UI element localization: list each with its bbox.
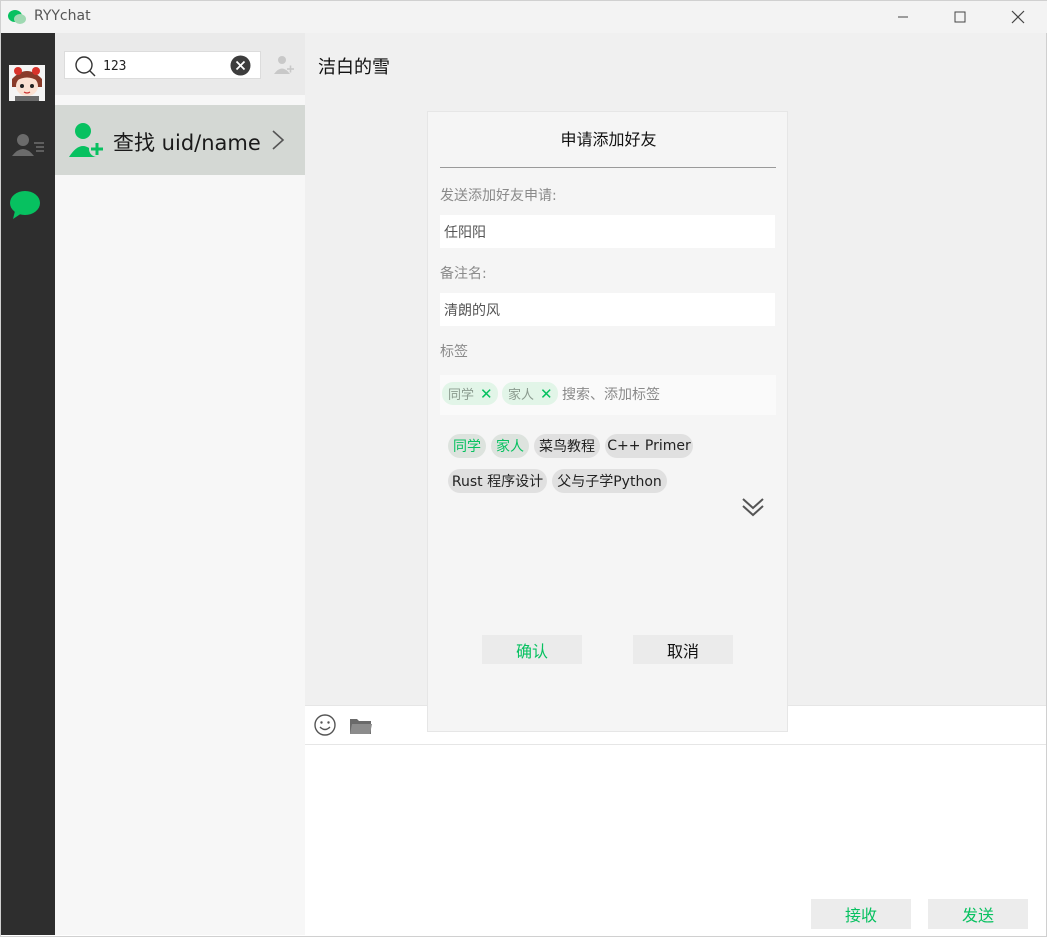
double-chevron-down-icon[interactable] <box>740 495 766 519</box>
tags-label: 标签 <box>440 344 468 360</box>
tag-chip[interactable]: 家人 <box>491 434 529 458</box>
minimize-button[interactable] <box>874 1 932 33</box>
chat-icon[interactable] <box>9 190 41 220</box>
tag-chip[interactable]: 菜鸟教程 <box>534 434 600 458</box>
close-icon <box>1011 10 1025 24</box>
search-input[interactable] <box>103 56 223 76</box>
add-contact-icon[interactable] <box>273 54 295 76</box>
cancel-button[interactable]: 取消 <box>633 635 733 664</box>
selected-tag: 家人 ✕ <box>502 382 558 405</box>
tag-input-box[interactable]: 同学 ✕ 家人 ✕ 搜索、添加标签 <box>440 375 776 415</box>
selected-tag-label: 家人 <box>508 388 535 403</box>
title-bar: RYYchat <box>1 1 1047 33</box>
search-bar-area <box>55 33 305 95</box>
receive-button[interactable]: 接收 <box>811 899 911 929</box>
minimize-icon <box>898 16 908 18</box>
find-user-row[interactable]: 查找 uid/name <box>55 105 305 175</box>
find-user-label: 查找 uid/name <box>113 131 261 155</box>
folder-icon[interactable] <box>349 716 373 736</box>
remove-tag-icon[interactable]: ✕ <box>540 385 553 403</box>
request-message-field[interactable] <box>440 215 775 248</box>
avatar[interactable] <box>9 65 45 101</box>
remark-label: 备注名: <box>440 266 487 282</box>
send-button[interactable]: 发送 <box>928 899 1028 929</box>
contacts-icon[interactable] <box>11 132 45 158</box>
search-icon <box>75 56 96 77</box>
left-nav <box>1 33 55 935</box>
tag-chip[interactable]: Rust 程序设计 <box>448 469 547 493</box>
selected-tag: 同学 ✕ <box>442 382 498 405</box>
app-logo-icon <box>8 10 26 24</box>
dialog-divider <box>440 167 776 168</box>
add-friend-icon <box>69 123 105 157</box>
emoji-icon[interactable] <box>314 714 336 736</box>
tag-chip[interactable]: C++ Primer <box>605 434 693 458</box>
confirm-button[interactable]: 确认 <box>482 635 582 664</box>
tag-search-input[interactable]: 搜索、添加标签 <box>562 384 660 404</box>
clear-search-icon[interactable] <box>230 55 251 76</box>
search-box[interactable] <box>64 51 261 79</box>
close-button[interactable] <box>989 1 1047 33</box>
add-friend-dialog: 申请添加好友 发送添加好友申请: 备注名: 标签 同学 ✕ 家人 ✕ 搜索、添加标签… <box>427 111 788 732</box>
request-label: 发送添加好友申请: <box>440 188 557 204</box>
app-title: RYYchat <box>34 8 91 24</box>
selected-tag-label: 同学 <box>448 388 475 403</box>
maximize-button[interactable] <box>931 1 989 33</box>
chat-title: 洁白的雪 <box>318 57 390 78</box>
contact-search-panel: 查找 uid/name <box>55 33 305 935</box>
remark-name-field[interactable] <box>440 293 775 326</box>
dialog-title: 申请添加好友 <box>560 130 657 149</box>
tag-chip[interactable]: 父与子学Python <box>552 469 667 493</box>
remove-tag-icon[interactable]: ✕ <box>480 385 493 403</box>
chevron-right-icon <box>272 130 285 150</box>
tag-chip[interactable]: 同学 <box>448 434 486 458</box>
maximize-icon <box>954 11 966 23</box>
app-window: RYYchat 123 查找 uid/name 洁白的雪 接收 发送 申请添加好… <box>0 0 1047 937</box>
